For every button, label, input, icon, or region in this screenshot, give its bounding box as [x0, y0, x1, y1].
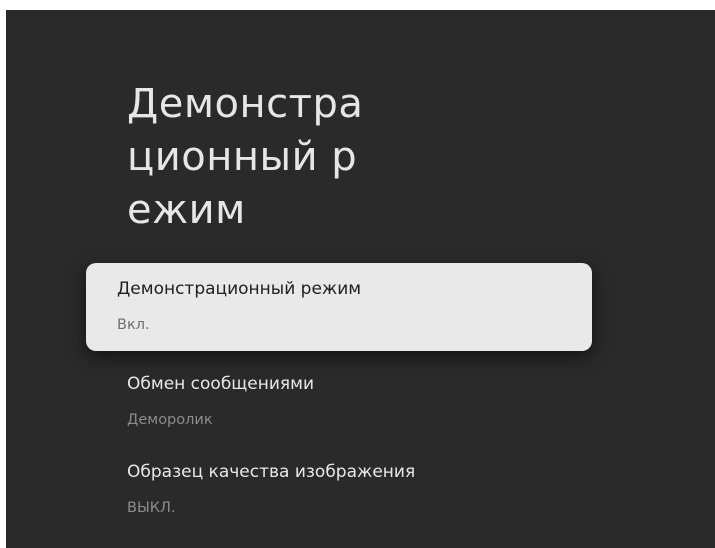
menu-item-messaging[interactable]: Обмен сообщениями Деморолик — [86, 373, 592, 430]
settings-menu: Демонстрационный режим Вкл. Обмен сообще… — [6, 10, 715, 548]
menu-item-value: Деморолик — [127, 412, 213, 428]
menu-item-value: ВЫКЛ. — [127, 500, 176, 516]
menu-item-picture-quality-sample[interactable]: Образец качества изображения ВЫКЛ. — [86, 461, 592, 518]
menu-item-label: Демонстрационный режим — [117, 279, 362, 299]
menu-item-label: Образец качества изображения — [127, 462, 416, 482]
tv-settings-screen: Демонстрационный режим Демонстрационный … — [6, 10, 715, 548]
menu-item-demo-mode[interactable]: Демонстрационный режим Вкл. — [86, 263, 592, 351]
menu-item-label: Обмен сообщениями — [127, 374, 315, 394]
menu-item-value: Вкл. — [117, 317, 150, 333]
